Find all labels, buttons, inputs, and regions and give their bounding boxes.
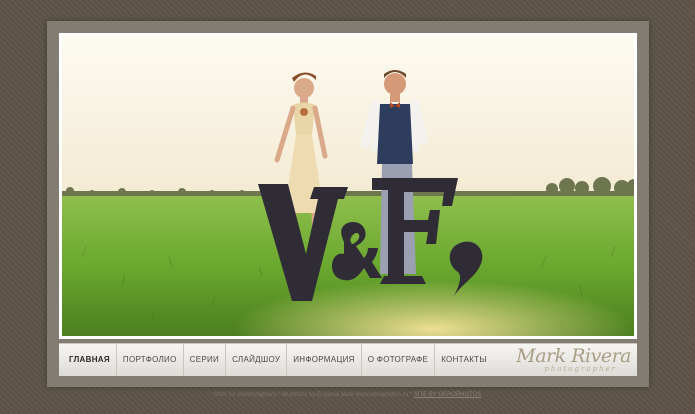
hero-photo xyxy=(59,33,637,339)
nav-item-series[interactable]: СЕРИИ xyxy=(184,344,227,376)
nav-item-home[interactable]: ГЛАВНАЯ xyxy=(63,344,117,376)
nav-item-contacts[interactable]: КОНТАКТЫ xyxy=(435,344,493,376)
nav-item-information[interactable]: ИНФОРМАЦИЯ xyxy=(287,344,362,376)
hero-image xyxy=(62,36,634,336)
nav-menu: ГЛАВНАЯ ПОРТФОЛИО СЕРИИ СЛАЙДШОУ ИНФОРМА… xyxy=(63,344,493,376)
nav-item-portfolio[interactable]: ПОРТФОЛИО xyxy=(117,344,184,376)
footer: Sites for photographers * all photos by … xyxy=(0,392,695,398)
main-navigation: ГЛАВНАЯ ПОРТФОЛИО СЕРИИ СЛАЙДШОУ ИНФОРМА… xyxy=(59,343,637,376)
brand-name: Mark Rivera xyxy=(516,345,631,367)
brand-tagline: photographer xyxy=(544,365,617,373)
nav-item-about-photographer[interactable]: О ФОТОГРАФЕ xyxy=(362,344,436,376)
nav-item-slideshow[interactable]: СЛАЙДШОУ xyxy=(226,344,288,376)
footer-text: Sites for photographers * all photos by … xyxy=(213,392,413,398)
footer-credit-link[interactable]: SITE BY GEROPHOTOS xyxy=(414,392,481,398)
site-frame: ГЛАВНАЯ ПОРТФОЛИО СЕРИИ СЛАЙДШОУ ИНФОРМА… xyxy=(47,21,649,387)
brand-logo[interactable]: Mark Rivera photographer xyxy=(513,345,631,375)
sky xyxy=(62,36,634,198)
